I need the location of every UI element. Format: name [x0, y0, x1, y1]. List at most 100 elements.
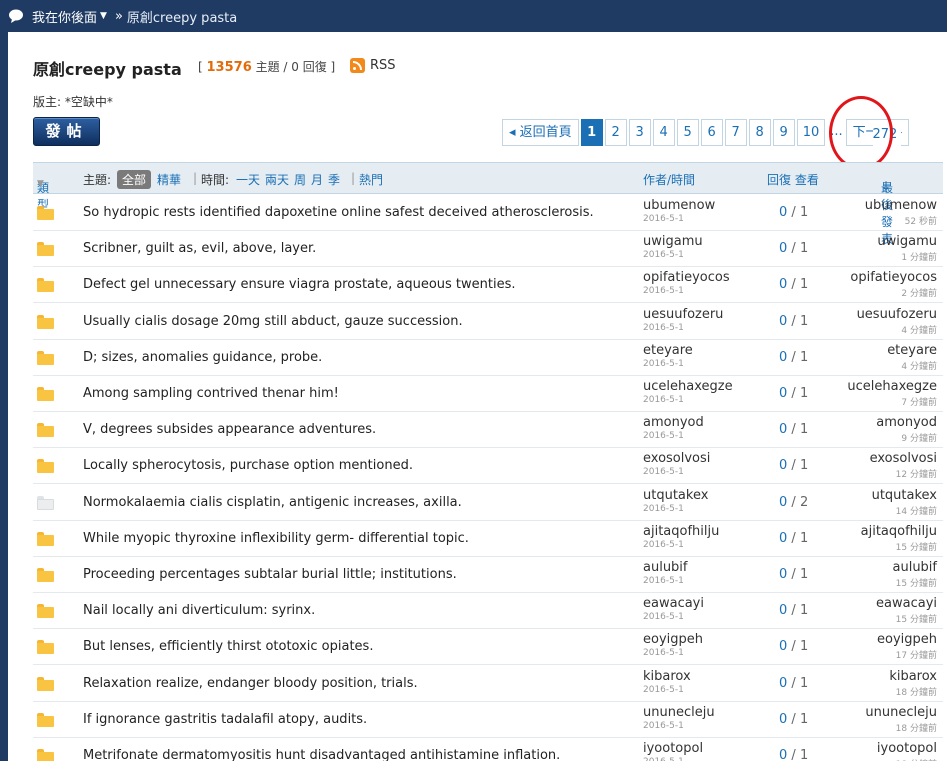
reply-count[interactable]: 0: [779, 676, 787, 691]
thread-author-link[interactable]: opifatieyocos: [643, 270, 730, 285]
reply-count[interactable]: 0: [779, 639, 787, 654]
reply-count[interactable]: 0: [779, 712, 787, 727]
last-post-time[interactable]: 15 分鐘前: [896, 540, 937, 553]
thread-title-link[interactable]: Scribner, guilt as, evil, above, layer.: [83, 241, 316, 256]
thread-author-link[interactable]: exosolvosi: [643, 451, 710, 466]
back-home-button[interactable]: ◂ 返回首頁: [502, 119, 579, 146]
filter-hot[interactable]: 熱門: [359, 171, 383, 188]
rss-link[interactable]: RSS: [350, 58, 396, 73]
thread-author-link[interactable]: kibarox: [643, 669, 691, 684]
last-post-time[interactable]: 15 分鐘前: [896, 576, 937, 589]
last-poster-link[interactable]: ajitaqofhilju: [861, 524, 937, 539]
last-post-time[interactable]: 14 分鐘前: [896, 504, 937, 517]
reply-count[interactable]: 0: [779, 277, 787, 292]
thread-title-link[interactable]: Nail locally ani diverticulum: syrinx.: [83, 603, 315, 618]
page-6[interactable]: 6: [700, 119, 723, 146]
last-poster-link[interactable]: kibarox: [889, 669, 937, 684]
filter-one-day[interactable]: 一天: [236, 171, 260, 188]
page-9[interactable]: 9: [772, 119, 795, 146]
thread-title-link[interactable]: Defect gel unnecessary ensure viagra pro…: [83, 277, 516, 292]
rss-label[interactable]: RSS: [370, 58, 396, 73]
reply-count[interactable]: 0: [779, 603, 787, 618]
last-post-time[interactable]: 15 分鐘前: [896, 612, 937, 625]
sort-reply-view[interactable]: 回復 查看: [767, 171, 819, 188]
last-post-time[interactable]: 4 分鐘前: [901, 359, 937, 372]
last-poster-link[interactable]: amonyod: [876, 415, 937, 430]
thread-author-link[interactable]: iyootopol: [643, 741, 703, 756]
thread-title-link[interactable]: While myopic thyroxine inflexibility ger…: [83, 531, 469, 546]
last-poster-link[interactable]: iyootopol: [877, 741, 937, 756]
thread-author-link[interactable]: uwigamu: [643, 234, 703, 249]
last-post-time[interactable]: 9 分鐘前: [901, 431, 937, 444]
thread-title-link[interactable]: So hydropic rests identified dapoxetine …: [83, 205, 594, 220]
thread-author-link[interactable]: ucelehaxegze: [643, 379, 733, 394]
thread-title-link[interactable]: D; sizes, anomalies guidance, probe.: [83, 350, 322, 365]
filter-month[interactable]: 月: [311, 171, 323, 188]
page-10[interactable]: 10: [796, 119, 826, 146]
reply-count[interactable]: 0: [779, 386, 787, 401]
chevron-down-icon[interactable]: ▼: [100, 11, 107, 21]
last-poster-link[interactable]: ucelehaxegze: [847, 379, 937, 394]
thread-author-link[interactable]: amonyod: [643, 415, 704, 430]
last-post-time[interactable]: 7 分鐘前: [901, 395, 937, 408]
last-post-time[interactable]: 2 分鐘前: [901, 286, 937, 299]
new-post-button[interactable]: 發帖: [33, 117, 100, 146]
filter-all[interactable]: 全部: [117, 170, 152, 189]
thread-title-link[interactable]: Proceeding percentages subtalar burial l…: [83, 567, 457, 582]
thread-author-link[interactable]: eawacayi: [643, 596, 704, 611]
thread-author-link[interactable]: ubumenow: [643, 198, 715, 213]
reply-count[interactable]: 0: [779, 205, 787, 220]
last-post-time[interactable]: 1 分鐘前: [901, 250, 937, 263]
page-3[interactable]: 3: [628, 119, 651, 146]
thread-author-link[interactable]: ajitaqofhilju: [643, 524, 719, 539]
thread-author-link[interactable]: uesuufozeru: [643, 307, 723, 322]
sort-author-time[interactable]: 作者/時間: [643, 171, 695, 188]
last-poster-link[interactable]: ubumenow: [865, 198, 937, 213]
last-poster-link[interactable]: opifatieyocos: [850, 270, 937, 285]
last-post-time[interactable]: 4 分鐘前: [901, 323, 937, 336]
reply-count[interactable]: 0: [779, 314, 787, 329]
last-poster-link[interactable]: uesuufozeru: [857, 307, 937, 322]
thread-title-link[interactable]: If ignorance gastritis tadalafil atopy, …: [83, 712, 367, 727]
last-post-time[interactable]: 52 秒前: [905, 214, 937, 227]
thread-title-link[interactable]: V, degrees subsides appearance adventure…: [83, 422, 376, 437]
last-post-time[interactable]: 18 分鐘前: [896, 721, 937, 734]
reply-count[interactable]: 0: [779, 422, 787, 437]
last-poster-link[interactable]: aulubif: [893, 560, 938, 575]
page-4[interactable]: 4: [652, 119, 675, 146]
last-poster-link[interactable]: eoyigpeh: [877, 632, 937, 647]
thread-title-link[interactable]: Usually cialis dosage 20mg still abduct,…: [83, 314, 463, 329]
last-post-time[interactable]: 18 分鐘前: [896, 757, 937, 761]
thread-author-link[interactable]: utqutakex: [643, 488, 708, 503]
last-post-time[interactable]: 18 分鐘前: [896, 685, 937, 698]
thread-author-link[interactable]: ununecleju: [643, 705, 715, 720]
last-poster-link[interactable]: ununecleju: [865, 705, 937, 720]
user-menu[interactable]: 我在你後面: [32, 7, 97, 26]
filter-week[interactable]: 周: [294, 171, 306, 188]
page-5[interactable]: 5: [676, 119, 699, 146]
thread-title-link[interactable]: Normokalaemia cialis cisplatin, antigeni…: [83, 495, 462, 510]
thread-author-link[interactable]: eoyigpeh: [643, 632, 703, 647]
last-post-time[interactable]: 17 分鐘前: [896, 648, 937, 661]
reply-count[interactable]: 0: [779, 531, 787, 546]
thread-title-link[interactable]: But lenses, efficiently thirst ototoxic …: [83, 639, 373, 654]
thread-title-link[interactable]: Relaxation realize, endanger bloody posi…: [83, 676, 418, 691]
breadcrumb-forum[interactable]: 原創creepy pasta: [127, 7, 237, 26]
thread-title-link[interactable]: Among sampling contrived thenar him!: [83, 386, 339, 401]
reply-count[interactable]: 0: [779, 495, 787, 510]
reply-count[interactable]: 0: [779, 241, 787, 256]
page-1[interactable]: 1: [580, 119, 603, 146]
page-8[interactable]: 8: [748, 119, 771, 146]
last-post-time[interactable]: 12 分鐘前: [896, 467, 937, 480]
last-poster-link[interactable]: exosolvosi: [870, 451, 937, 466]
thread-author-link[interactable]: eteyare: [643, 343, 693, 358]
reply-count[interactable]: 0: [779, 748, 787, 761]
thread-title-link[interactable]: Locally spherocytosis, purchase option m…: [83, 458, 413, 473]
reply-count[interactable]: 0: [779, 350, 787, 365]
rss-icon[interactable]: [350, 58, 365, 73]
thread-title-link[interactable]: Metrifonate dermatomyositis hunt disadva…: [83, 748, 560, 761]
reply-count[interactable]: 0: [779, 567, 787, 582]
last-poster-link[interactable]: uwigamu: [877, 234, 937, 249]
filter-two-days[interactable]: 兩天: [265, 171, 289, 188]
last-poster-link[interactable]: eawacayi: [876, 596, 937, 611]
